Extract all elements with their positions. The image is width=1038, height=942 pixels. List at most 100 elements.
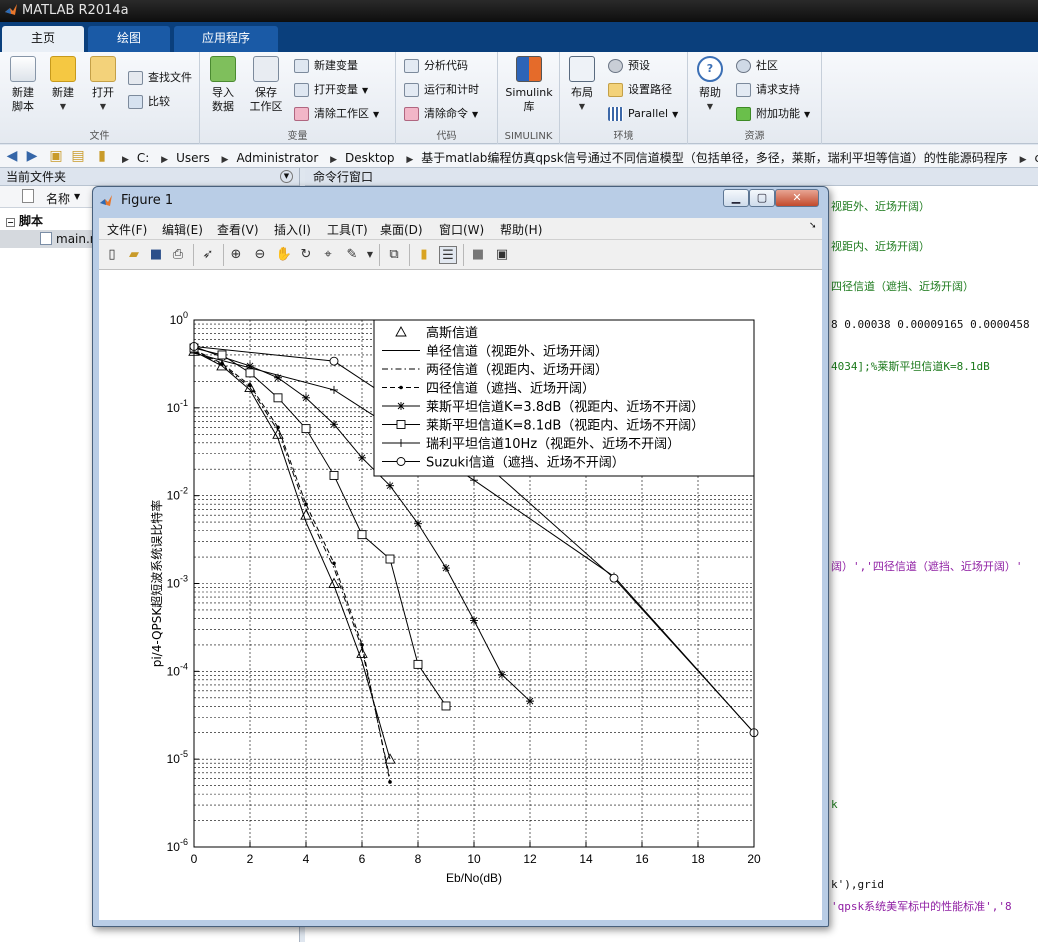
- new-variable-button[interactable]: 新建变量: [294, 56, 358, 76]
- figure-title-bar[interactable]: Figure 1 ▁ ▢ ✕: [93, 187, 828, 215]
- menu-file[interactable]: 文件(F): [107, 221, 147, 238]
- chevron-down-icon: ▼: [99, 102, 107, 111]
- command-line: 'qpsk系统美军标中的性能标准','8: [831, 900, 1012, 913]
- zoom-in-icon[interactable]: ⊕: [227, 246, 245, 264]
- parallel-button[interactable]: Parallel ▼: [608, 104, 678, 124]
- legend-icon[interactable]: ☰: [439, 246, 457, 264]
- colorbar-icon[interactable]: ▮: [415, 246, 433, 264]
- preferences-button[interactable]: 预设: [608, 56, 650, 76]
- data-point: [273, 393, 283, 403]
- group-code: 分析代码 运行和计时 清除命令 ▼ 代码: [396, 52, 498, 144]
- import-icon: [210, 56, 236, 82]
- data-point: [396, 420, 406, 429]
- community-button[interactable]: 社区: [736, 56, 778, 76]
- clear-commands-button[interactable]: 清除命令 ▼: [404, 104, 478, 124]
- rotate-icon[interactable]: ↻: [297, 246, 315, 264]
- group-label-code: 代码: [436, 131, 457, 142]
- link-plot-icon[interactable]: ⧉: [385, 246, 403, 264]
- collapse-icon[interactable]: −: [6, 218, 15, 227]
- set-path-button[interactable]: 设置路径: [608, 80, 672, 100]
- command-line: 8 0.00038 0.00009165 0.0000458: [831, 318, 1030, 331]
- show-plot-tools-icon[interactable]: ▣: [493, 246, 511, 264]
- x-tick-label: 20: [747, 852, 761, 866]
- help-icon: ?: [697, 56, 723, 82]
- legend-entry: 莱斯平坦信道K=3.8dB（视距内、近场不开阔）: [382, 399, 704, 415]
- tab-plots[interactable]: 绘图: [88, 26, 170, 52]
- breadcrumb-item[interactable]: 基于matlab编程仿真qpsk信号通过不同信道模型（包括单径，多径，莱斯，瑞利…: [421, 151, 1008, 165]
- pan-icon[interactable]: ✋: [275, 246, 293, 264]
- ber-chart[interactable]: 0 2 4 6 8 10 12 14 16 18 20 100 10-1 10-2 10-3 10-4 10-5…: [99, 270, 822, 920]
- browse-folder-icon[interactable]: ▤: [70, 148, 86, 164]
- simulink-library-button[interactable]: Simulink 库: [502, 56, 556, 114]
- tab-apps[interactable]: 应用程序: [174, 26, 278, 52]
- save-workspace-button[interactable]: 保存 工作区: [246, 56, 286, 114]
- data-point: [386, 481, 394, 490]
- new-button[interactable]: 新建 ▼: [46, 56, 80, 114]
- menu-desktop[interactable]: 桌面(D): [380, 221, 423, 238]
- ribbon: 新建 脚本 新建 ▼ 打开 ▼ 查找文件 比较 文件 导入 数据 保存 工作区 …: [0, 52, 1038, 144]
- brush-icon[interactable]: ✎: [343, 246, 361, 264]
- new-figure-icon[interactable]: ▯: [103, 246, 121, 264]
- help-button[interactable]: ? 帮助 ▼: [694, 56, 726, 114]
- tab-home[interactable]: 主页: [2, 26, 84, 52]
- menu-help[interactable]: 帮助(H): [500, 221, 542, 238]
- chevron-down-icon: ▼: [578, 102, 586, 111]
- breadcrumb-separator: ▶: [406, 155, 414, 165]
- figure-canvas[interactable]: 0 2 4 6 8 10 12 14 16 18 20 100 10-1 10-2 10-3 10-4 10-5…: [99, 270, 822, 920]
- analyze-code-button[interactable]: 分析代码: [404, 56, 468, 76]
- find-files-button[interactable]: 查找文件: [128, 68, 192, 88]
- maximize-button[interactable]: ▢: [749, 189, 775, 207]
- breadcrumb-separator: ▶: [330, 155, 338, 165]
- clear-workspace-button[interactable]: 清除工作区 ▼: [294, 104, 379, 124]
- menu-edit[interactable]: 编辑(E): [162, 221, 203, 238]
- breadcrumb-item[interactable]: code: [1035, 151, 1038, 165]
- request-support-button[interactable]: 请求支持: [736, 80, 800, 100]
- menu-view[interactable]: 查看(V): [217, 221, 259, 238]
- analyze-code-icon: [404, 59, 419, 73]
- forward-arrow-icon[interactable]: ▶: [24, 148, 40, 164]
- figure-window[interactable]: Figure 1 ▁ ▢ ✕ 文件(F) 编辑(E) 查看(V) 插入(I) 工…: [92, 186, 829, 927]
- open-variable-icon: [294, 83, 309, 97]
- breadcrumb-item[interactable]: Users: [176, 151, 210, 165]
- panel-menu-icon[interactable]: ▼: [280, 170, 293, 183]
- add-ons-button[interactable]: 附加功能 ▼: [736, 104, 810, 124]
- up-folder-icon[interactable]: ▣: [48, 148, 64, 164]
- group-label-file: 文件: [89, 131, 110, 142]
- legend[interactable]: 高斯信道单径信道（视距外、近场开阔） 两径信道（视距内、近场开阔） 四径信道（遮挡、…: [373, 319, 755, 477]
- open-variable-button[interactable]: 打开变量 ▼: [294, 80, 368, 100]
- menu-window[interactable]: 窗口(W): [439, 221, 484, 238]
- save-icon[interactable]: ■: [147, 246, 165, 264]
- find-files-label: 查找文件: [148, 71, 192, 84]
- data-cursor-icon[interactable]: ⌖: [319, 246, 337, 264]
- close-button[interactable]: ✕: [775, 189, 819, 207]
- back-arrow-icon[interactable]: ◀: [4, 148, 20, 164]
- add-ons-label: 附加功能: [756, 107, 800, 120]
- parallel-label: Parallel: [628, 107, 669, 120]
- chevron-down-icon[interactable]: ▼: [361, 246, 379, 264]
- clear-workspace-label: 清除工作区: [314, 107, 369, 120]
- run-and-time-button[interactable]: 运行和计时: [404, 80, 479, 100]
- compare-button[interactable]: 比较: [128, 92, 170, 112]
- app-title-bar: MATLAB R2014a: [0, 0, 1038, 22]
- print-icon[interactable]: ⎙: [169, 246, 187, 264]
- breadcrumb-item[interactable]: Administrator: [236, 151, 318, 165]
- legend-label: 四径信道（遮挡、近场开阔）: [426, 381, 595, 397]
- pointer-icon[interactable]: ➶: [199, 246, 217, 264]
- breadcrumb-item[interactable]: C:: [137, 151, 149, 165]
- breadcrumb-item[interactable]: Desktop: [345, 151, 395, 165]
- menu-insert[interactable]: 插入(I): [274, 221, 311, 238]
- hide-plot-tools-icon[interactable]: ■: [469, 246, 487, 264]
- menu-tools[interactable]: 工具(T): [327, 221, 368, 238]
- dock-arrow-icon[interactable]: ➘: [809, 221, 817, 231]
- zoom-out-icon[interactable]: ⊖: [251, 246, 269, 264]
- open-file-icon[interactable]: ▰: [125, 246, 143, 264]
- import-data-button[interactable]: 导入 数据: [206, 56, 240, 114]
- minimize-button[interactable]: ▁: [723, 189, 749, 207]
- y-tick-label: 10-6: [167, 837, 188, 854]
- run-and-time-label: 运行和计时: [424, 83, 479, 96]
- new-script-button[interactable]: 新建 脚本: [6, 56, 40, 114]
- open-button[interactable]: 打开 ▼: [86, 56, 120, 114]
- data-point: [413, 659, 423, 669]
- layout-button[interactable]: 布局 ▼: [566, 56, 598, 114]
- x-tick-label: 16: [635, 852, 649, 866]
